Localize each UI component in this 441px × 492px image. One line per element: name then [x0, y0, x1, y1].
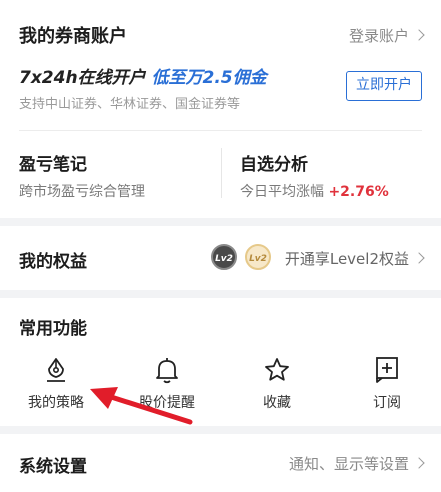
my-rights-title: 我的权益 — [19, 252, 87, 272]
star-icon — [237, 356, 317, 384]
subscribe-plus-icon — [347, 356, 427, 384]
broker-account-title: 我的券商账户 — [19, 26, 127, 47]
level2-cta-label: 开通享Level2权益 — [284, 250, 409, 268]
pnl-notes-entry[interactable]: 盈亏笔记 跨市场盈亏综合管理 — [0, 131, 220, 211]
function-favorites[interactable]: 收藏 — [237, 356, 317, 412]
system-settings-title: 系统设置 — [19, 457, 87, 477]
level2-upgrade-link[interactable]: 开通享Level2权益 — [284, 248, 425, 269]
function-label: 股价提醒 — [139, 395, 195, 411]
function-subscribe[interactable]: 订阅 — [347, 356, 427, 412]
function-price-alert[interactable]: 股价提醒 — [127, 356, 207, 412]
system-settings-card[interactable]: 系统设置 通知、显示等设置 — [0, 434, 441, 492]
function-label: 订阅 — [373, 395, 401, 411]
function-my-strategy[interactable]: 我的策略 — [16, 356, 96, 412]
function-label: 收藏 — [263, 395, 291, 411]
pnl-notes-title: 盈亏笔记 — [19, 155, 87, 175]
system-settings-hint: 通知、显示等设置 — [288, 455, 409, 473]
bell-icon — [127, 356, 207, 384]
level2-gold-badge-icon: Lv2 — [245, 244, 271, 270]
open-account-button[interactable]: 立即开户 — [346, 71, 422, 101]
level2-dark-badge-icon: Lv2 — [211, 244, 237, 270]
supported-brokers-text: 支持中山证券、华林证券、国金证券等 — [19, 97, 241, 112]
function-label: 我的策略 — [28, 395, 84, 411]
chevron-right-icon — [413, 29, 425, 41]
watchlist-analysis-title: 自选分析 — [240, 155, 308, 175]
chevron-right-icon — [413, 457, 425, 469]
pnl-notes-subtitle: 跨市场盈亏综合管理 — [19, 184, 145, 200]
avg-change-label: 今日平均涨幅 — [240, 184, 324, 200]
promo-highlight: 低至万2.5佣金 — [151, 68, 267, 88]
open-account-promo: 7x24h在线开户 低至万2.5佣金 — [19, 63, 267, 88]
watchlist-analysis-subtitle: 今日平均涨幅 +2.76% — [240, 181, 389, 201]
avg-change-value: +2.76% — [328, 184, 389, 200]
system-settings-link[interactable]: 通知、显示等设置 — [288, 453, 425, 474]
my-rights-card[interactable]: 我的权益 Lv2 Lv2 开通享Level2权益 — [0, 226, 441, 290]
watchlist-analysis-entry[interactable]: 自选分析 今日平均涨幅 +2.76% — [222, 131, 441, 211]
promo-prefix: 7x24h在线开户 — [19, 68, 146, 88]
chevron-right-icon — [413, 252, 425, 264]
broker-account-card: 我的券商账户 登录账户 7x24h在线开户 低至万2.5佣金 支持中山证券、华林… — [0, 0, 441, 218]
common-functions-title: 常用功能 — [19, 319, 87, 339]
login-account-link[interactable]: 登录账户 — [348, 25, 425, 46]
strategy-pen-icon — [16, 356, 96, 384]
login-account-label: 登录账户 — [348, 27, 409, 45]
